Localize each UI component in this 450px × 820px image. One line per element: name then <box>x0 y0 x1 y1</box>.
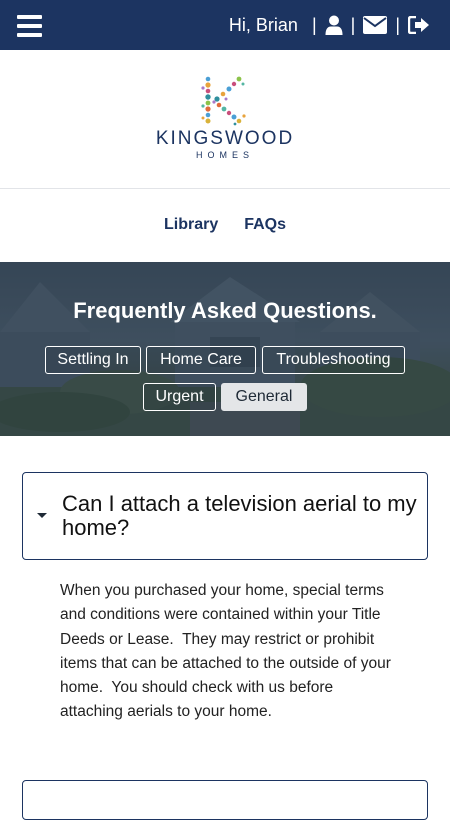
category-button-settling-in[interactable]: Settling In <box>45 346 141 374</box>
user-toolbar: Hi, Brian | | | <box>229 0 430 50</box>
nav-link-library[interactable]: Library <box>164 216 218 234</box>
top-bar: Hi, Brian | | | <box>0 0 450 50</box>
user-icon[interactable] <box>325 15 343 35</box>
caret-down-icon <box>37 513 47 518</box>
page-title: Frequently Asked Questions. <box>73 298 377 323</box>
section-nav: Library FAQs <box>0 189 450 261</box>
brand-name: KINGSWOOD <box>155 128 295 149</box>
category-button-home-care[interactable]: Home Care <box>146 346 256 374</box>
faq-next-item[interactable] <box>22 780 428 820</box>
brand-subtitle: HOMES <box>195 150 254 160</box>
sign-out-icon[interactable] <box>408 16 430 34</box>
brand-header: KINGSWOOD HOMES <box>0 50 450 189</box>
faq-answer-text: When you purchased your home, special te… <box>60 582 396 721</box>
category-button-general[interactable]: General <box>221 383 307 411</box>
user-greeting: Hi, Brian <box>228 14 298 35</box>
separator: | <box>395 14 400 35</box>
kingswood-logo-icon <box>201 76 246 126</box>
envelope-icon[interactable] <box>363 16 388 34</box>
separator: | <box>311 14 317 35</box>
faq-question-toggle[interactable]: Can I attach a television aerial to my h… <box>22 472 428 560</box>
category-button-troubleshooting[interactable]: Troubleshooting <box>262 346 405 374</box>
separator: | <box>350 14 356 35</box>
faq-question-text: Can I attach a television aerial to my h… <box>62 491 417 540</box>
category-button-urgent[interactable]: Urgent <box>143 383 216 411</box>
faq-hero-banner: Frequently Asked Questions. Settling In … <box>0 262 450 436</box>
nav-link-faqs[interactable]: FAQs <box>244 216 286 234</box>
menu-icon[interactable] <box>17 15 42 37</box>
